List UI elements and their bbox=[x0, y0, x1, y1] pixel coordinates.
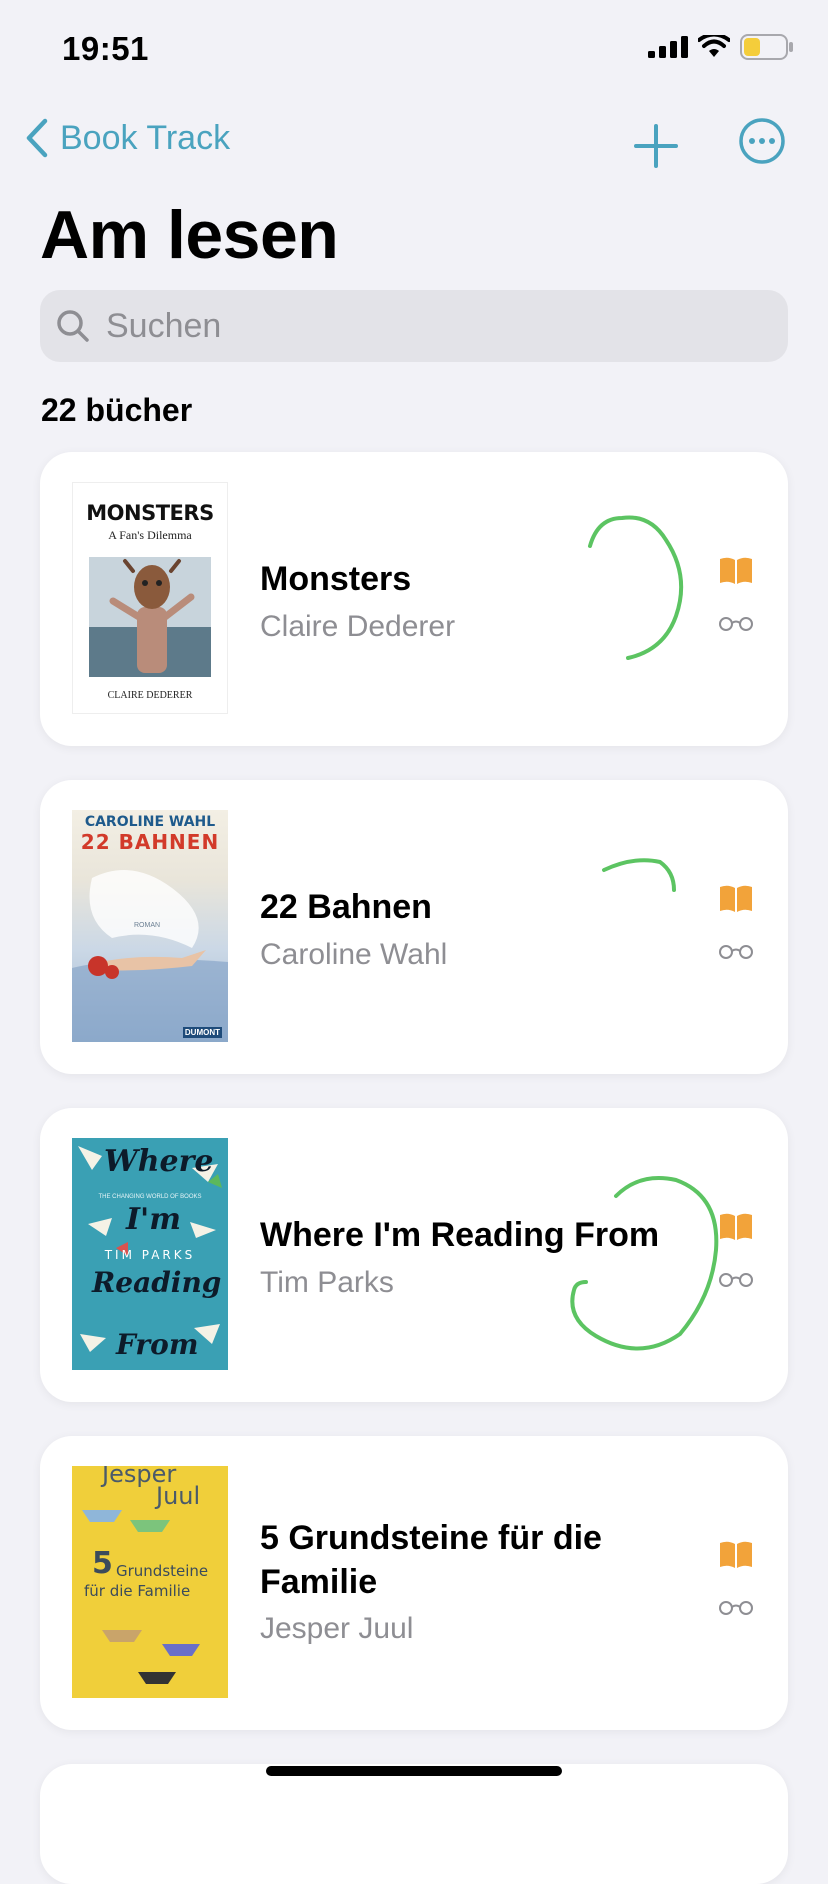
cover-word-reading: Reading bbox=[92, 1266, 222, 1299]
cover-title: 22 BAHNEN bbox=[80, 830, 220, 854]
book-icon[interactable] bbox=[718, 884, 754, 914]
book-author: Jesper Juul bbox=[260, 1612, 414, 1645]
book-author: Claire Dederer bbox=[260, 610, 456, 643]
cover-genre: ROMAN bbox=[134, 922, 161, 929]
cover-subtitle: für die Familie bbox=[84, 1582, 191, 1600]
book-author: Caroline Wahl bbox=[260, 938, 448, 971]
cover-word-grundsteine: Grundsteine bbox=[116, 1562, 209, 1580]
book-icon[interactable] bbox=[718, 556, 754, 586]
cover-author: CAROLINE WAHL bbox=[84, 814, 216, 830]
book-cover: Jesper Juul 5 Grundsteine für die Famili… bbox=[72, 1466, 228, 1698]
book-title: 5 Grundsteine für die Familie bbox=[260, 1519, 602, 1601]
back-button-label: Book Track bbox=[60, 118, 231, 157]
cover-word-where: Where bbox=[104, 1144, 214, 1179]
book-icon[interactable] bbox=[718, 1540, 754, 1570]
glasses-icon[interactable] bbox=[718, 942, 754, 960]
book-cover: Where THE CHANGING WORLD OF BOOKS I'm TI… bbox=[72, 1138, 228, 1370]
book-icon[interactable] bbox=[718, 1212, 754, 1242]
book-cover: CAROLINE WAHL 22 BAHNEN ROMAN DUMONT bbox=[72, 810, 228, 1042]
book-card[interactable]: Where THE CHANGING WORLD OF BOOKS I'm TI… bbox=[40, 1108, 788, 1402]
cover-tagline: THE CHANGING WORLD OF BOOKS bbox=[98, 1194, 202, 1200]
signal-icon bbox=[648, 36, 688, 58]
search-icon bbox=[57, 310, 89, 342]
search-bar[interactable] bbox=[40, 290, 788, 362]
book-title: Monsters bbox=[260, 560, 412, 598]
cover-publisher: DUMONT bbox=[182, 1027, 222, 1038]
book-author: Tim Parks bbox=[260, 1266, 394, 1299]
cover-title: MONSTERS bbox=[86, 501, 214, 525]
book-count: 22 bücher bbox=[41, 392, 193, 428]
book-card[interactable]: MONSTERS A Fan's Dilemma CLAIRE DEDERER … bbox=[40, 452, 788, 746]
cover-word-im: I'm bbox=[126, 1202, 181, 1237]
book-card[interactable] bbox=[40, 1764, 788, 1884]
glasses-icon[interactable] bbox=[718, 614, 754, 632]
cover-photo bbox=[89, 557, 211, 677]
status-icons bbox=[648, 34, 794, 60]
cover-subtitle: A Fan's Dilemma bbox=[108, 528, 192, 542]
glasses-icon[interactable] bbox=[718, 1270, 754, 1288]
page-title: Am lesen bbox=[40, 197, 339, 273]
book-title: 22 Bahnen bbox=[260, 888, 432, 926]
book-card[interactable]: Jesper Juul 5 Grundsteine für die Famili… bbox=[40, 1436, 788, 1730]
cover-author: TIM PARKS bbox=[104, 1248, 196, 1262]
status-time: 19:51 bbox=[62, 30, 149, 67]
back-button[interactable]: Book Track bbox=[24, 118, 230, 158]
home-indicator bbox=[266, 1766, 562, 1776]
cover-number: 5 bbox=[92, 1546, 113, 1581]
book-card[interactable]: CAROLINE WAHL 22 BAHNEN ROMAN DUMONT 22 … bbox=[40, 780, 788, 1074]
cover-author: CLAIRE DEDERER bbox=[107, 690, 193, 701]
more-icon[interactable] bbox=[738, 117, 786, 165]
search-input[interactable] bbox=[104, 305, 708, 347]
book-cover: MONSTERS A Fan's Dilemma CLAIRE DEDERER bbox=[72, 482, 228, 714]
cover-word-from: From bbox=[116, 1328, 199, 1361]
wifi-icon bbox=[698, 35, 730, 57]
glasses-icon[interactable] bbox=[718, 1598, 754, 1616]
plus-icon[interactable] bbox=[628, 118, 684, 174]
cover-illustration bbox=[72, 870, 228, 1042]
battery-icon bbox=[740, 34, 793, 60]
book-title: Where I'm Reading From bbox=[260, 1216, 660, 1254]
chevron-left-icon bbox=[26, 118, 48, 158]
